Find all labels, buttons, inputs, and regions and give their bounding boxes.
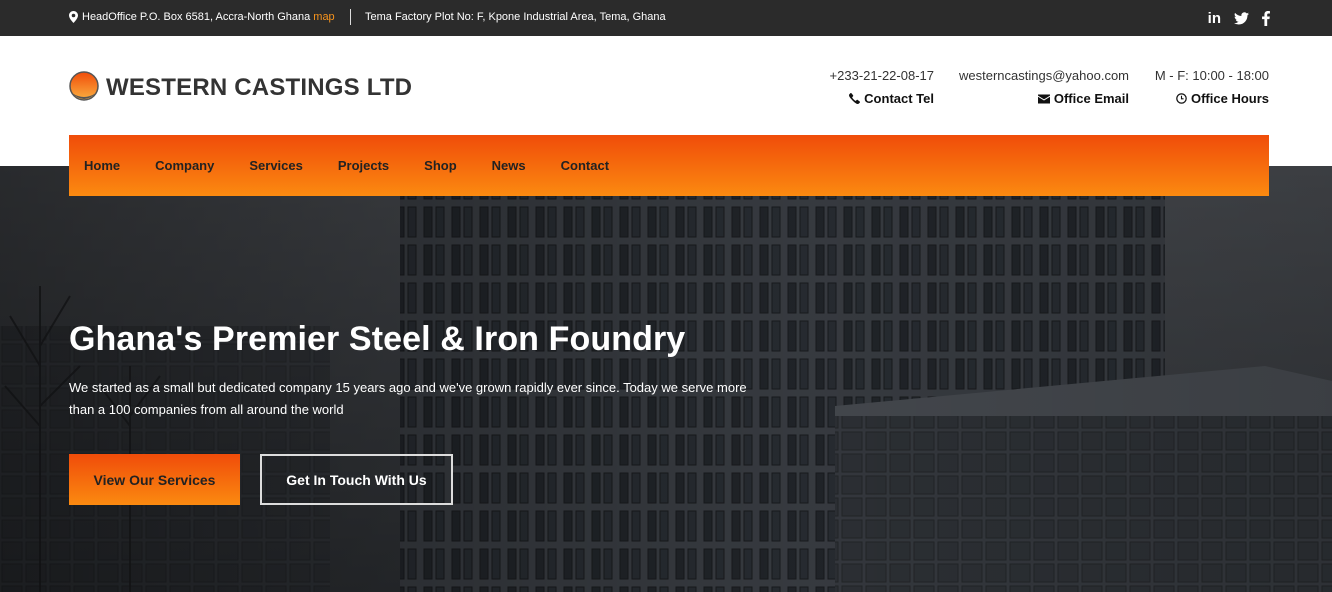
twitter-icon[interactable] (1234, 9, 1249, 27)
nav-projects[interactable]: Projects (338, 158, 389, 173)
contact-tel: +233-21-22-08-17 Contact Tel (830, 68, 934, 106)
social-links: in (1208, 9, 1270, 27)
facebook-icon[interactable] (1262, 9, 1270, 27)
nav-news[interactable]: News (492, 158, 526, 173)
brand-logo[interactable]: WESTERN CASTINGS LTD (69, 71, 412, 105)
brand-name: WESTERN CASTINGS LTD (106, 74, 413, 101)
nav-shop[interactable]: Shop (424, 158, 457, 173)
hero-content: Ghana's Premier Steel & Iron Foundry We … (69, 320, 769, 421)
tel-value[interactable]: +233-21-22-08-17 (830, 68, 934, 83)
view-services-button[interactable]: View Our Services (69, 454, 240, 505)
hero-description: We started as a small but dedicated comp… (69, 380, 747, 417)
top-bar: HeadOffice P.O. Box 6581, Accra-North Gh… (0, 0, 1332, 36)
address-text: HeadOffice P.O. Box 6581, Accra-North Gh… (82, 11, 311, 23)
contact-email: westerncastings@yahoo.com Office Email (959, 68, 1129, 106)
nav-services[interactable]: Services (249, 158, 303, 173)
envelope-icon (1037, 94, 1050, 103)
nav-company[interactable]: Company (155, 158, 214, 173)
hero-section: Ghana's Premier Steel & Iron Foundry We … (0, 166, 1332, 592)
main-nav: Home Company Services Projects Shop News… (69, 135, 1269, 196)
linkedin-icon[interactable]: in (1208, 9, 1221, 27)
map-pin-icon (69, 11, 78, 23)
nav-home[interactable]: Home (84, 158, 120, 173)
get-in-touch-button[interactable]: Get In Touch With Us (260, 454, 453, 505)
divider (350, 9, 351, 25)
tel-label: Contact Tel (864, 91, 934, 106)
hours-value: M - F: 10:00 - 18:00 (1154, 68, 1269, 83)
hero-title: Ghana's Premier Steel & Iron Foundry (69, 320, 686, 358)
email-value[interactable]: westerncastings@yahoo.com (959, 68, 1129, 83)
email-label: Office Email (1053, 91, 1129, 106)
map-link[interactable]: map (313, 11, 334, 23)
clock-icon (1176, 93, 1187, 104)
hero-buttons: View Our Services Get In Touch With Us (69, 454, 453, 505)
logo-icon (69, 71, 99, 101)
phone-icon (849, 93, 861, 104)
contact-hours: M - F: 10:00 - 18:00 Office Hours (1155, 68, 1269, 106)
hours-label: Office Hours (1190, 91, 1269, 106)
factory-address: Tema Factory Plot No: F, Kpone Industria… (365, 11, 666, 23)
nav-contact[interactable]: Contact (561, 158, 609, 173)
head-office-address: HeadOffice P.O. Box 6581, Accra-North Gh… (69, 11, 335, 23)
